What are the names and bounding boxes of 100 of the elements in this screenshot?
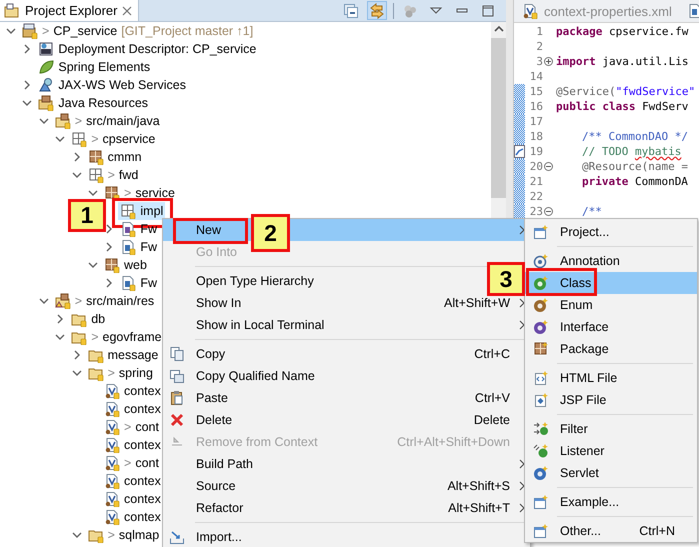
package-icon bbox=[88, 167, 104, 183]
code-line: import java.util.Lis bbox=[555, 55, 688, 68]
tree-item[interactable]: > src/main/java bbox=[52, 112, 162, 130]
arrows-icon bbox=[369, 2, 385, 18]
code-line: @Resource(name = bbox=[581, 160, 688, 173]
tree-item[interactable]: web bbox=[102, 256, 149, 274]
file-icon bbox=[522, 3, 538, 19]
tree-item[interactable]: Spring Elements bbox=[36, 58, 152, 76]
package-icon bbox=[104, 185, 120, 201]
file-icon bbox=[120, 221, 136, 237]
tree-item[interactable]: db bbox=[69, 310, 108, 328]
tree-item[interactable]: > spring bbox=[86, 364, 155, 382]
line-number: 15 bbox=[528, 85, 543, 98]
class-icon bbox=[533, 275, 549, 291]
html-file-icon bbox=[533, 370, 549, 386]
code-line: package cpservice.fw bbox=[555, 25, 688, 38]
close-icon[interactable] bbox=[122, 6, 132, 16]
tree-item[interactable]: JAX-WS Web Services bbox=[36, 76, 188, 94]
document-icon bbox=[38, 41, 54, 57]
tree-item[interactable]: message bbox=[86, 346, 160, 364]
copy-icon bbox=[169, 368, 185, 384]
line-number: 2 bbox=[535, 40, 543, 53]
package-icon bbox=[104, 257, 120, 273]
tree-item[interactable]: > service bbox=[102, 184, 177, 202]
tree-item[interactable]: contex bbox=[102, 508, 163, 526]
tree-item[interactable]: impl bbox=[118, 202, 166, 220]
code-line: @Service("fwdService" bbox=[555, 85, 696, 98]
source-folder-icon bbox=[54, 293, 71, 309]
source-folder-icon bbox=[54, 113, 71, 129]
tree-item[interactable]: cmmn bbox=[86, 148, 144, 166]
delete-icon bbox=[169, 412, 185, 428]
menu-item[interactable]: Enum bbox=[525, 294, 697, 316]
file-icon bbox=[687, 3, 699, 19]
line-number: 14 bbox=[528, 70, 543, 83]
clipboard-icon bbox=[169, 390, 185, 406]
package-icon bbox=[533, 341, 549, 357]
collapse-icon[interactable] bbox=[544, 162, 552, 171]
line-number: 1 bbox=[535, 25, 543, 38]
step-marker: 3 bbox=[487, 262, 525, 296]
step-marker: 2 bbox=[251, 214, 290, 252]
tree-item[interactable]: > cont bbox=[102, 418, 161, 436]
tree-item[interactable]: > cpservice bbox=[69, 130, 158, 148]
enum-icon bbox=[533, 297, 549, 313]
code-line: // TODO mybatis bbox=[581, 145, 682, 158]
tree-item[interactable]: contex bbox=[102, 472, 163, 490]
interface-icon bbox=[533, 319, 549, 335]
tree-item[interactable]: > CP_service [GIT_Project master ↑1] bbox=[20, 22, 256, 40]
globe-icon bbox=[38, 77, 54, 93]
line-number: 22 bbox=[528, 190, 543, 203]
file-icon bbox=[104, 437, 120, 453]
package-icon bbox=[88, 149, 104, 165]
view-title: Project Explorer bbox=[25, 3, 118, 18]
file-icon bbox=[104, 509, 120, 525]
import-icon bbox=[169, 529, 185, 545]
menu-item[interactable]: Annotation bbox=[525, 250, 697, 272]
file-icon bbox=[104, 455, 120, 471]
code-line: private CommonDA bbox=[581, 175, 688, 188]
code-line: public class FwdServ bbox=[555, 100, 688, 113]
line-number: 17 bbox=[528, 115, 543, 128]
new-window-icon bbox=[533, 494, 549, 510]
file-icon bbox=[104, 473, 120, 489]
line-number: 3 bbox=[535, 55, 543, 68]
line-number: 19 bbox=[528, 145, 543, 158]
tree-item[interactable]: contex bbox=[102, 436, 163, 454]
line-number: 16 bbox=[528, 100, 543, 113]
file-icon bbox=[120, 239, 136, 255]
line-number: 20 bbox=[528, 160, 543, 173]
link-button[interactable] bbox=[367, 1, 387, 20]
package-icon bbox=[71, 131, 88, 147]
new-window-icon bbox=[533, 224, 549, 240]
tree-item[interactable]: > cont bbox=[102, 454, 161, 472]
servlet-icon bbox=[533, 465, 549, 481]
tree-item[interactable]: > src/main/res bbox=[52, 292, 156, 310]
expand-icon[interactable] bbox=[544, 57, 552, 66]
jsp-file-icon bbox=[533, 392, 549, 408]
collapse-all-icon bbox=[343, 2, 359, 18]
step-marker: 1 bbox=[68, 199, 106, 232]
folder-icon bbox=[4, 2, 20, 18]
collapse-icon[interactable] bbox=[544, 207, 552, 216]
tree-item[interactable]: > sqlmap bbox=[86, 526, 162, 544]
tree-item[interactable]: Fw bbox=[118, 274, 160, 292]
tree-item[interactable]: > fwd bbox=[86, 166, 140, 184]
tree-item[interactable]: contex bbox=[102, 400, 163, 418]
annotation-icon bbox=[533, 253, 549, 269]
line-number: 21 bbox=[528, 175, 543, 188]
tree-item[interactable]: contex bbox=[102, 490, 163, 508]
leaf-icon bbox=[38, 59, 54, 75]
tree-item[interactable]: Fw bbox=[118, 238, 160, 256]
tree-item[interactable]: Deployment Descriptor: CP_service bbox=[36, 40, 258, 58]
file-icon bbox=[104, 383, 120, 399]
file-icon bbox=[104, 491, 120, 507]
tree-item[interactable]: > egovframe bbox=[69, 328, 164, 346]
file-icon bbox=[104, 401, 120, 417]
code-line: /** CommonDAO */ bbox=[581, 130, 688, 143]
tree-item[interactable]: contex bbox=[102, 382, 163, 400]
scrollbar[interactable] bbox=[491, 22, 506, 218]
tree-item[interactable]: Java Resources bbox=[36, 94, 150, 112]
view-tab[interactable]: Project Explorer bbox=[0, 0, 140, 21]
copy-icon bbox=[169, 346, 185, 362]
line-number: 18 bbox=[528, 130, 543, 143]
